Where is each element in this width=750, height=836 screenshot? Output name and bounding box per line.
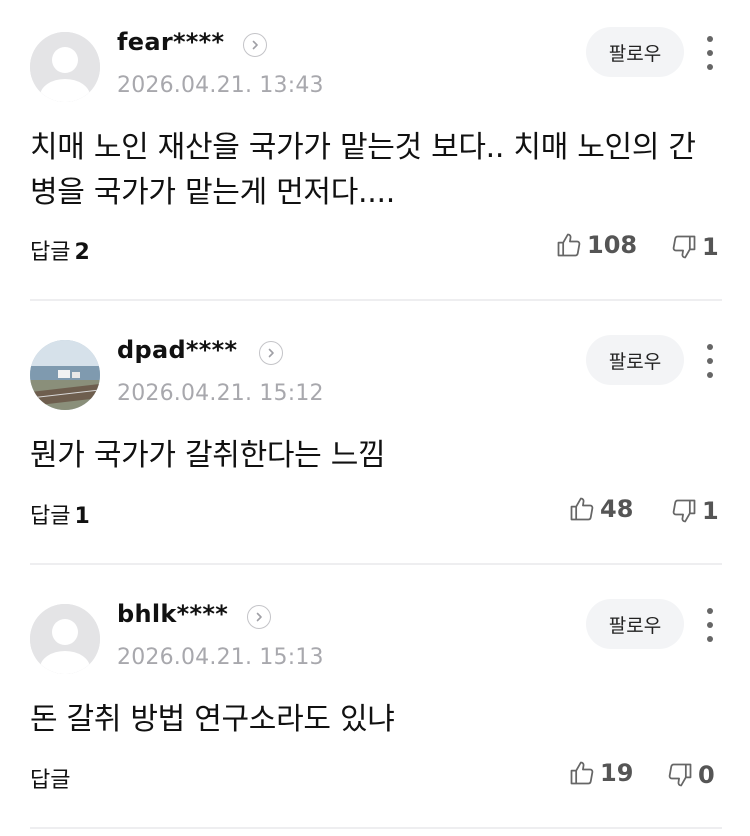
- divider: [30, 827, 722, 829]
- reply-button[interactable]: 답글 1: [30, 498, 90, 530]
- timestamp: 2026.04.21. 15:12: [117, 381, 324, 406]
- more-vertical-icon[interactable]: [700, 36, 720, 70]
- reply-button[interactable]: 답글: [30, 762, 74, 794]
- comment-text: 치매 노인 재산을 국가가 맡는것 보다.. 치매 노인의 간병을 국가가 맡는…: [30, 130, 696, 210]
- comment-text: 뭔가 국가가 갈취한다는 느낌: [30, 438, 386, 473]
- divider: [30, 563, 722, 565]
- username[interactable]: fear****: [117, 28, 224, 56]
- comment-text: 돈 갈취 방법 연구소라도 있냐: [30, 702, 395, 737]
- divider: [30, 299, 722, 301]
- comment-item: bhlk**** 2026.04.21. 15:13 팔로우 돈 갈취 방법 연…: [0, 572, 750, 836]
- thumbs-down-icon: [672, 235, 696, 259]
- follow-button[interactable]: 팔로우: [586, 27, 684, 77]
- comment-item: fear**** 2026.04.21. 13:43 팔로우 치매 노인 재산을…: [0, 0, 750, 301]
- reply-label: 답글: [30, 240, 71, 265]
- avatar[interactable]: [30, 340, 100, 410]
- reply-label: 답글: [30, 504, 71, 529]
- avatar[interactable]: [30, 604, 100, 674]
- follow-button[interactable]: 팔로우: [586, 599, 684, 649]
- username[interactable]: dpad****: [117, 336, 237, 364]
- like-button[interactable]: 48: [568, 495, 633, 523]
- like-count: 108: [587, 231, 638, 259]
- dislike-count: 0: [698, 761, 715, 789]
- reply-label: 답글: [30, 768, 71, 793]
- avatar[interactable]: [30, 32, 100, 102]
- thumbs-down-icon: [672, 499, 696, 523]
- reply-count: 1: [74, 504, 90, 529]
- thumbs-up-icon: [570, 761, 594, 785]
- timestamp: 2026.04.21. 15:13: [117, 645, 324, 670]
- like-button[interactable]: 19: [568, 759, 633, 787]
- thumbs-up-icon: [557, 233, 581, 257]
- dislike-count: 1: [702, 497, 719, 525]
- more-vertical-icon[interactable]: [700, 608, 720, 642]
- chevron-right-icon[interactable]: [243, 33, 267, 57]
- like-count: 48: [600, 495, 634, 523]
- dislike-button[interactable]: 1: [670, 233, 719, 261]
- thumbs-up-icon: [570, 497, 594, 521]
- like-count: 19: [600, 759, 634, 787]
- dislike-button[interactable]: 1: [670, 497, 719, 525]
- reply-count: 2: [74, 240, 90, 265]
- like-button[interactable]: 108: [555, 231, 637, 259]
- dislike-count: 1: [702, 233, 719, 261]
- reply-button[interactable]: 답글 2: [30, 234, 90, 266]
- follow-button[interactable]: 팔로우: [586, 335, 684, 385]
- chevron-right-icon[interactable]: [259, 341, 283, 365]
- comment-item: dpad**** 2026.04.21. 15:12 팔로우 뭔가 국가가 갈취…: [0, 308, 750, 572]
- chevron-right-icon[interactable]: [247, 605, 271, 629]
- thumbs-down-icon: [668, 763, 692, 787]
- dislike-button[interactable]: 0: [666, 761, 715, 789]
- timestamp: 2026.04.21. 13:43: [117, 73, 324, 98]
- more-vertical-icon[interactable]: [700, 344, 720, 378]
- username[interactable]: bhlk****: [117, 600, 228, 628]
